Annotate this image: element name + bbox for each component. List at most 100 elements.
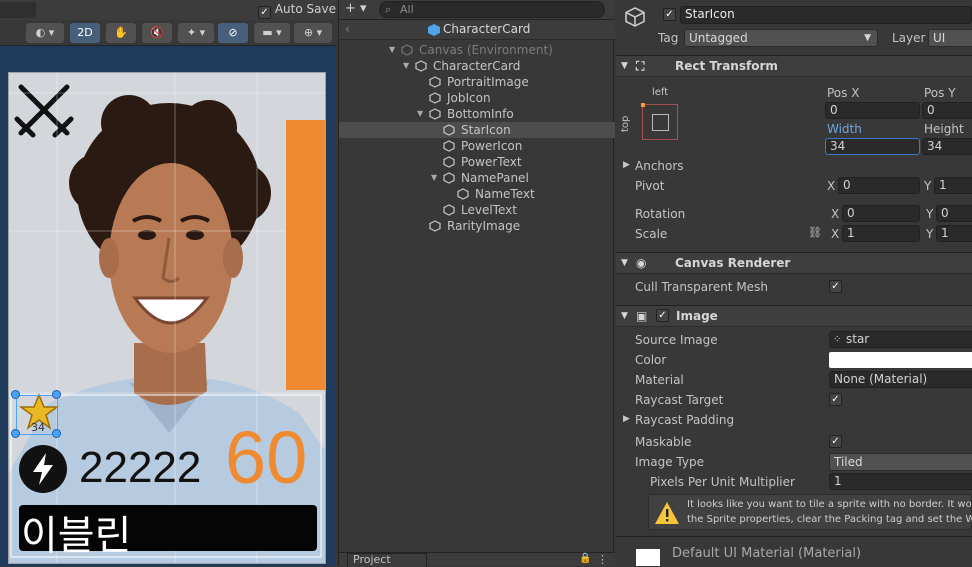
canvas-renderer-header[interactable]: ▼ ◉ Canvas Renderer	[616, 252, 972, 274]
cull-transparent-checkbox[interactable]: ✓	[829, 280, 842, 293]
object-name-field[interactable]: StarIcon	[680, 6, 972, 24]
pivot-y-field[interactable]: 1	[934, 177, 972, 194]
gameobject-icon	[443, 156, 455, 168]
layer-label: Layer	[892, 31, 926, 45]
scale-x-axis: X	[831, 227, 840, 241]
lighting-toggle-icon[interactable]: ✋	[106, 23, 136, 43]
raycast-padding-label[interactable]: Raycast Padding	[635, 413, 734, 427]
hierarchy-row-nametext[interactable]: NameText	[339, 186, 615, 202]
raycast-target-checkbox[interactable]: ✓	[829, 393, 842, 406]
hierarchy-row-rarityimage[interactable]: RarityImage	[339, 218, 615, 234]
pos-x-field[interactable]: 0	[825, 102, 920, 119]
effects-dropdown[interactable]: ✦ ▾	[178, 23, 214, 43]
name-text[interactable]: 이블린	[21, 503, 131, 561]
collapse-arrow-icon[interactable]: ▼	[621, 306, 628, 326]
layer-dropdown[interactable]: UI	[928, 29, 972, 47]
camera-dropdown[interactable]: ▬ ▾	[254, 23, 290, 43]
power-text[interactable]: 22222	[79, 443, 201, 493]
back-arrow-icon[interactable]: ‹	[345, 22, 350, 36]
tag-dropdown[interactable]: Untagged ▼	[684, 29, 878, 47]
sprite-icon: ⁘	[833, 334, 842, 345]
auto-save-toggle[interactable]: ✓ Auto Save	[258, 2, 336, 19]
height-field[interactable]: 34	[922, 138, 972, 155]
anchors-label[interactable]: Anchors	[635, 159, 684, 173]
collapse-arrow-icon[interactable]: ▼	[621, 253, 628, 273]
power-icon[interactable]	[19, 445, 67, 493]
hierarchy-row-portraitimage[interactable]: PortraitImage	[339, 74, 615, 90]
resize-handle-bl[interactable]	[11, 429, 20, 438]
rotation-x-field[interactable]: 0	[842, 205, 920, 222]
anchor-presets-button[interactable]	[641, 103, 678, 140]
rarity-image[interactable]	[286, 120, 325, 390]
hierarchy-row-leveltext[interactable]: LevelText	[339, 202, 615, 218]
hierarchy-row-label: Canvas (Environment)	[419, 43, 553, 57]
hierarchy-row-bottominfo[interactable]: ▼ BottomInfo	[339, 106, 615, 122]
toggle-2d-button[interactable]: 2D	[70, 23, 100, 43]
hierarchy-row-powericon[interactable]: PowerIcon	[339, 138, 615, 154]
hierarchy-row-label: JobIcon	[447, 91, 491, 105]
hierarchy-row-label: PowerText	[461, 155, 522, 169]
pivot-x-field[interactable]: 0	[838, 177, 920, 194]
expand-arrow-icon[interactable]: ▼	[417, 106, 427, 122]
expand-arrow-icon[interactable]: ▼	[403, 58, 413, 74]
active-checkbox[interactable]: ✓	[663, 8, 676, 21]
scale-y-axis: Y	[926, 227, 934, 241]
resize-handle-br[interactable]	[52, 429, 61, 438]
hierarchy-row-canvas[interactable]: ▼ Canvas (Environment)	[339, 42, 615, 58]
scale-x-field[interactable]: 1	[842, 225, 920, 242]
maskable-checkbox[interactable]: ✓	[829, 435, 842, 448]
hierarchy-panel: + ▾ ⌕ All ‹ CharacterCard ▼ Canvas (Envi…	[338, 0, 615, 567]
hierarchy-row-staricon[interactable]: StarIcon	[339, 122, 615, 138]
auto-save-checkbox[interactable]: ✓	[258, 6, 271, 19]
project-tab-label: Project	[353, 553, 391, 566]
expand-arrow-icon[interactable]: ▶	[623, 414, 630, 424]
rotation-y-field[interactable]: 0	[936, 205, 972, 222]
resize-handle-tl[interactable]	[11, 390, 20, 399]
scene-view[interactable]: ✓ Auto Save ◐ ▾ 2D ✋ 🔇 ✦ ▾ ⊘ ▬ ▾ ⊕ ▾ 34 …	[0, 0, 336, 566]
gameobject-icon	[429, 220, 441, 232]
character-card[interactable]: 34 22222 60 이블린	[8, 72, 326, 564]
add-object-button[interactable]: + ▾	[345, 1, 367, 16]
prefab-breadcrumb: ‹ CharacterCard	[339, 20, 615, 40]
hierarchy-row-charactercard[interactable]: ▼ CharacterCard	[339, 58, 615, 74]
warning-text-line1: It looks like you want to tile a sprite …	[687, 499, 972, 510]
hierarchy-row-powertext[interactable]: PowerText	[339, 154, 615, 170]
hierarchy-search-input[interactable]: ⌕ All	[379, 1, 605, 18]
expand-arrow-icon[interactable]: ▼	[389, 42, 399, 58]
source-image-field[interactable]: ⁘ star	[829, 331, 972, 348]
anchor-h-label: left	[652, 87, 669, 98]
width-field[interactable]: 34	[825, 138, 920, 155]
anchor-pivot-icon	[641, 103, 645, 107]
image-title: Image	[676, 309, 718, 323]
image-enabled-checkbox[interactable]: ✓	[656, 309, 669, 322]
gameobject-icon	[429, 108, 441, 120]
lock-icon[interactable]: 🔒	[579, 553, 591, 564]
constrain-proportions-icon[interactable]: ⛓	[808, 226, 822, 239]
image-component-header[interactable]: ▼ ▣ ✓ Image	[616, 305, 972, 327]
pos-y-field[interactable]: 0	[922, 102, 972, 119]
image-type-dropdown[interactable]: Tiled	[829, 453, 972, 471]
more-options-icon[interactable]: ⋮	[597, 553, 608, 566]
hierarchy-row-label: RarityImage	[447, 219, 521, 233]
scale-y-field[interactable]: 1	[936, 225, 972, 242]
hierarchy-row-namepanel[interactable]: ▼ NamePanel	[339, 170, 615, 186]
ppu-multiplier-field[interactable]: 1	[829, 473, 972, 490]
level-text[interactable]: 60	[225, 415, 307, 500]
visibility-toggle-icon[interactable]: ⊘	[218, 23, 248, 43]
audio-toggle-icon[interactable]: 🔇	[142, 23, 172, 43]
material-field[interactable]: None (Material)	[829, 371, 972, 388]
draw-mode-dropdown[interactable]: ◐ ▾	[26, 23, 64, 43]
expand-arrow-icon[interactable]: ▼	[431, 170, 441, 186]
color-swatch[interactable]	[829, 352, 972, 368]
anchor-v-label: top	[620, 115, 631, 132]
expand-arrow-icon[interactable]: ▶	[623, 160, 630, 170]
gizmos-dropdown[interactable]: ⊕ ▾	[294, 23, 332, 43]
gameobject-icon	[443, 124, 455, 136]
default-material-label[interactable]: Default UI Material (Material)	[672, 546, 861, 561]
hierarchy-row-jobicon[interactable]: JobIcon	[339, 90, 615, 106]
collapse-arrow-icon[interactable]: ▼	[621, 56, 628, 76]
resize-handle-tr[interactable]	[52, 390, 61, 399]
hierarchy-search-placeholder: All	[400, 3, 414, 16]
scene-tab[interactable]	[0, 2, 36, 18]
rect-transform-header[interactable]: ▼ ⛶ Rect Transform	[616, 55, 972, 77]
